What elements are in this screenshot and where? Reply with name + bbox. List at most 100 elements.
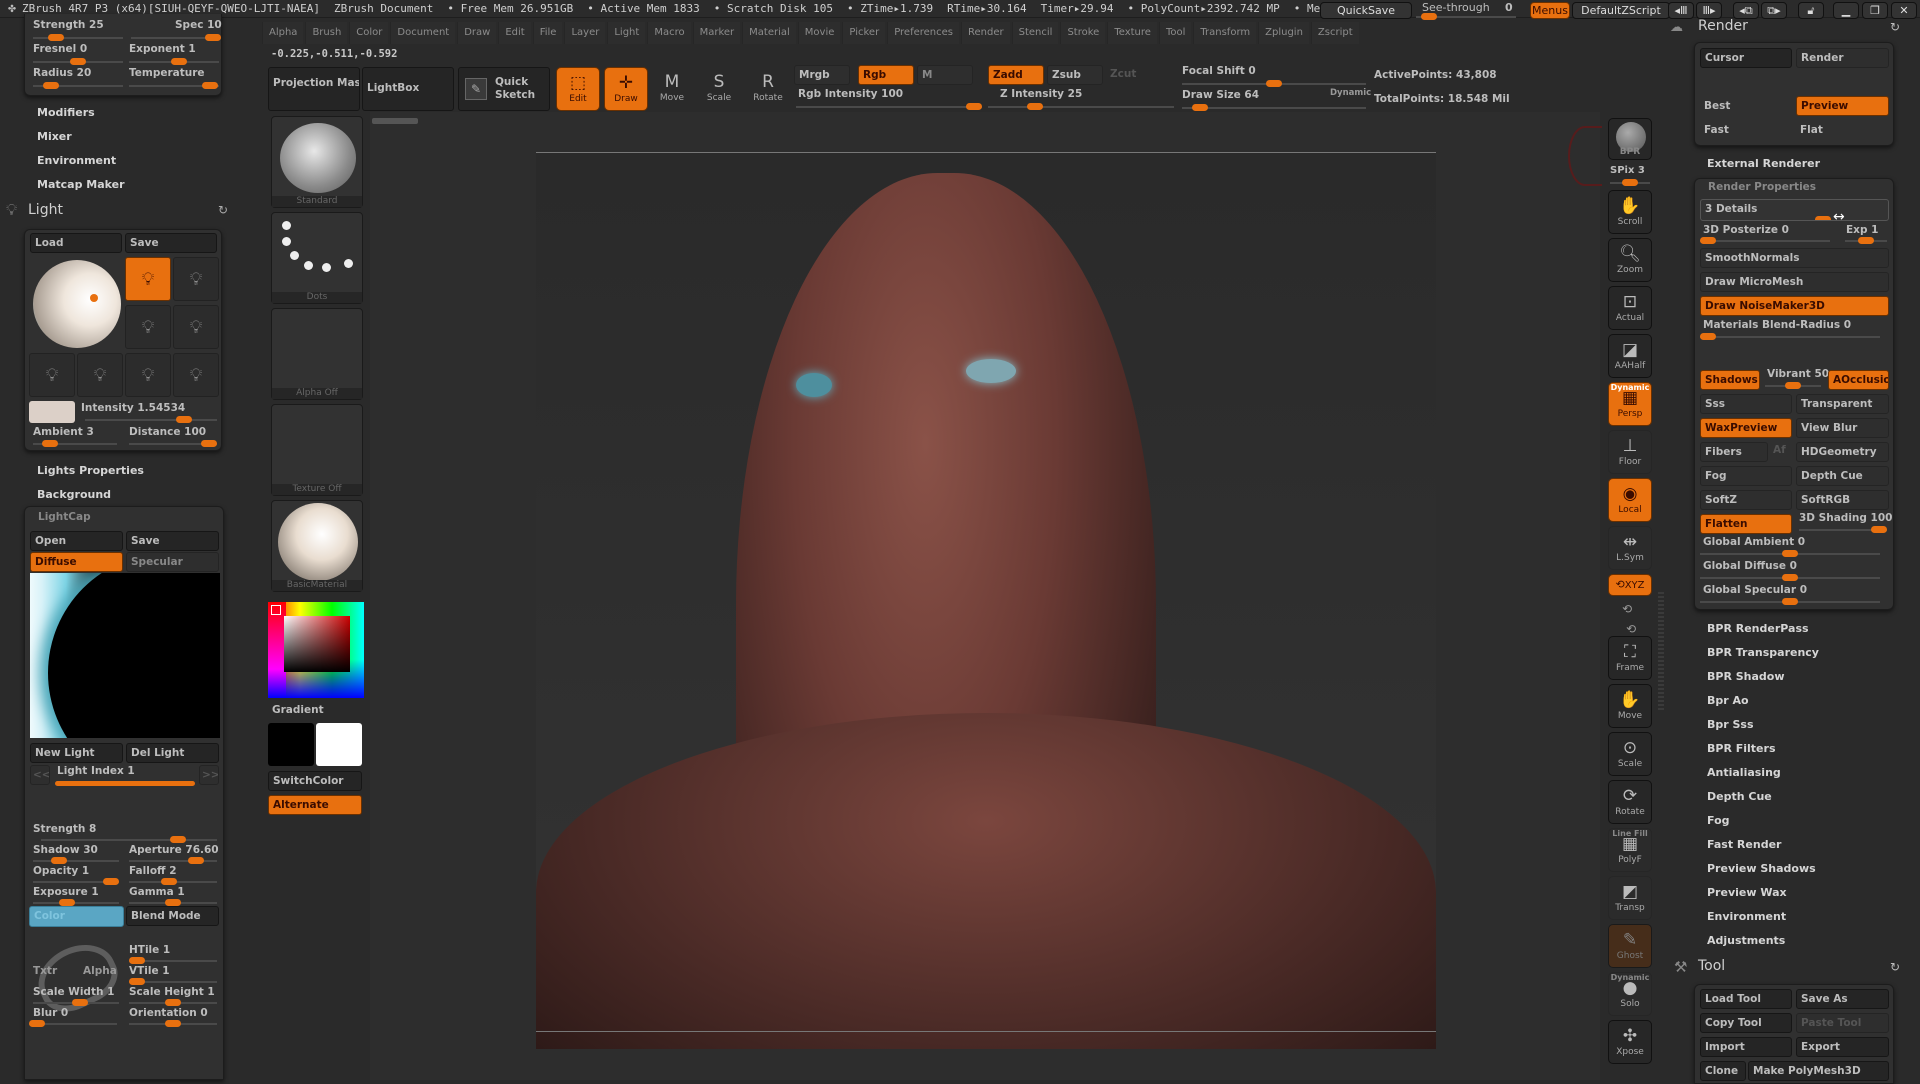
scale-height-knob[interactable] bbox=[165, 999, 181, 1006]
spix-slider[interactable] bbox=[1610, 179, 1650, 186]
falloff-slider[interactable] bbox=[129, 878, 217, 885]
lights-properties-submenu[interactable]: Lights Properties bbox=[37, 464, 144, 477]
global-ambient-knob[interactable] bbox=[1782, 550, 1798, 557]
global-diffuse-slider[interactable] bbox=[1700, 574, 1880, 581]
stroke-thumbnail[interactable]: Dots bbox=[271, 212, 363, 304]
fast-button[interactable]: Fast bbox=[1704, 124, 1729, 136]
rotate-y-icon[interactable]: ⟲ bbox=[1622, 602, 1632, 616]
details-knob[interactable] bbox=[1815, 216, 1831, 220]
see-through-knob[interactable] bbox=[1421, 13, 1437, 20]
draw-size-slider[interactable] bbox=[1182, 104, 1366, 111]
gamma-slider[interactable] bbox=[129, 899, 217, 906]
blend-mode-button[interactable]: Blend Mode bbox=[126, 906, 219, 926]
cursor-button[interactable]: Cursor bbox=[1700, 48, 1792, 68]
light-4-bulb-icon[interactable]: 💡︎ bbox=[173, 305, 219, 349]
rotate-z-icon[interactable]: ⟲ bbox=[1626, 622, 1636, 636]
waxpreview-button[interactable]: WaxPreview bbox=[1700, 418, 1792, 438]
shading-slider[interactable] bbox=[1799, 526, 1887, 533]
gradient-label[interactable]: Gradient bbox=[272, 704, 324, 716]
aperture-knob[interactable] bbox=[187, 857, 204, 864]
scale-mode-button[interactable]: S Scale bbox=[697, 67, 741, 111]
prev-icon[interactable]: ◂Ⅲ bbox=[1668, 2, 1694, 19]
menu-brush[interactable]: Brush bbox=[305, 22, 348, 44]
menu-color[interactable]: Color bbox=[349, 22, 389, 44]
prev-light-button[interactable]: << bbox=[30, 765, 50, 785]
render-submenu-preview-shadows[interactable]: Preview Shadows bbox=[1707, 862, 1816, 875]
shelf-actual-button[interactable]: ⊡ Actual bbox=[1608, 286, 1652, 330]
light-8-bulb-icon[interactable]: 💡︎ bbox=[173, 353, 219, 397]
zcut-button[interactable]: Zcut bbox=[1106, 65, 1162, 85]
light-color-swatch[interactable] bbox=[29, 401, 75, 423]
view-blur-button[interactable]: View Blur bbox=[1796, 418, 1889, 438]
shelf-transp-button[interactable]: ◩ Transp bbox=[1608, 876, 1652, 920]
menu-transform[interactable]: Transform bbox=[1193, 22, 1257, 44]
background-submenu[interactable]: Background bbox=[37, 488, 111, 501]
render-submenu-fog[interactable]: Fog bbox=[1707, 814, 1730, 827]
lock-icon[interactable]: 🔓︎ bbox=[1798, 2, 1824, 19]
details-slider[interactable]: 3 Details bbox=[1700, 199, 1889, 221]
strength-slider[interactable] bbox=[33, 34, 123, 41]
menu-render[interactable]: Render bbox=[961, 22, 1010, 44]
shelf-zoom-button[interactable]: 🔍︎ Zoom bbox=[1608, 238, 1652, 282]
menu-movie[interactable]: Movie bbox=[797, 22, 841, 44]
flat-button[interactable]: Flat bbox=[1800, 124, 1823, 136]
shelf-scroll-button[interactable]: ✋ Scroll bbox=[1608, 190, 1652, 234]
menu-texture[interactable]: Texture bbox=[1107, 22, 1157, 44]
aperture-slider[interactable] bbox=[129, 857, 217, 864]
rgb-intensity-slider[interactable] bbox=[796, 103, 982, 110]
zadd-button[interactable]: Zadd bbox=[988, 65, 1044, 85]
global-ambient-slider[interactable] bbox=[1700, 550, 1880, 557]
color-picker[interactable] bbox=[268, 602, 364, 698]
fibers-button[interactable]: Fibers bbox=[1700, 442, 1768, 462]
paste-tool-button[interactable]: Paste Tool bbox=[1796, 1013, 1889, 1033]
blur-knob[interactable] bbox=[29, 1020, 45, 1027]
switch-color-button[interactable]: SwitchColor bbox=[268, 771, 362, 791]
light-position-marker[interactable] bbox=[90, 294, 98, 302]
lightbox-button[interactable]: LightBox bbox=[362, 67, 454, 111]
distance-slider[interactable] bbox=[129, 440, 217, 447]
render-submenu-bpr-shadow[interactable]: BPR Shadow bbox=[1707, 670, 1785, 683]
preview-button[interactable]: Preview bbox=[1796, 96, 1889, 116]
focal-shift-slider[interactable] bbox=[1182, 80, 1366, 87]
restore-icon[interactable]: ❐ bbox=[1862, 2, 1888, 19]
draw-noisemaker-button[interactable]: Draw NoiseMaker3D bbox=[1700, 296, 1889, 316]
render-submenu-bpr-transparency[interactable]: BPR Transparency bbox=[1707, 646, 1819, 659]
light-palette-title[interactable]: Light bbox=[28, 202, 63, 218]
transparent-button[interactable]: Transparent bbox=[1796, 394, 1889, 414]
next-light-button[interactable]: >> bbox=[199, 765, 219, 785]
alpha-thumbnail[interactable]: Alpha Off bbox=[271, 308, 363, 400]
lightcap-title[interactable]: LightCap bbox=[38, 511, 91, 523]
softz-button[interactable]: SoftZ bbox=[1700, 490, 1792, 510]
shelf-floor-button[interactable]: ⊥ Floor bbox=[1608, 430, 1652, 474]
light-refresh-icon[interactable]: ↻ bbox=[218, 203, 228, 217]
projection-master-button[interactable]: Projection Master bbox=[268, 67, 360, 111]
temperature-knob[interactable] bbox=[202, 82, 218, 89]
vibrant-knob[interactable] bbox=[1785, 382, 1801, 389]
palette-right-icon[interactable]: ⧉▸ bbox=[1761, 2, 1787, 19]
light-7-bulb-icon[interactable]: 💡︎ bbox=[125, 353, 171, 397]
light-intensity-slider[interactable] bbox=[85, 416, 217, 423]
alternate-button[interactable]: Alternate bbox=[268, 795, 362, 815]
render-submenu-antialiasing[interactable]: Antialiasing bbox=[1707, 766, 1781, 779]
strength-knob[interactable] bbox=[47, 34, 64, 41]
save-as-button[interactable]: Save As bbox=[1796, 989, 1889, 1009]
scale-height-slider[interactable] bbox=[129, 999, 217, 1006]
copy-tool-button[interactable]: Copy Tool bbox=[1700, 1013, 1792, 1033]
posterize-slider[interactable] bbox=[1700, 237, 1830, 244]
brush-thumbnail[interactable]: Standard bbox=[271, 116, 363, 208]
scale-width-slider[interactable] bbox=[33, 999, 119, 1006]
render-submenu-adjustments[interactable]: Adjustments bbox=[1707, 934, 1785, 947]
render-button[interactable]: Render bbox=[1796, 48, 1889, 68]
shelf-ghost-button[interactable]: ✎ Ghost bbox=[1608, 924, 1652, 968]
exponent-slider[interactable] bbox=[129, 58, 219, 65]
canvas-scrollbar[interactable] bbox=[372, 118, 418, 124]
opacity-knob[interactable] bbox=[103, 878, 119, 885]
hdgeometry-button[interactable]: HDGeometry bbox=[1796, 442, 1889, 462]
shelf-move-button[interactable]: ✋ Move bbox=[1608, 684, 1652, 728]
shelf-scale-button[interactable]: ⊙ Scale bbox=[1608, 732, 1652, 776]
light-load-button[interactable]: Load bbox=[30, 233, 122, 253]
mrgb-button[interactable]: Mrgb bbox=[794, 65, 850, 85]
texture-thumbnail[interactable]: Texture Off bbox=[271, 404, 363, 496]
specular-button[interactable]: Specular bbox=[126, 552, 219, 572]
lc-strength-knob[interactable] bbox=[170, 836, 187, 843]
